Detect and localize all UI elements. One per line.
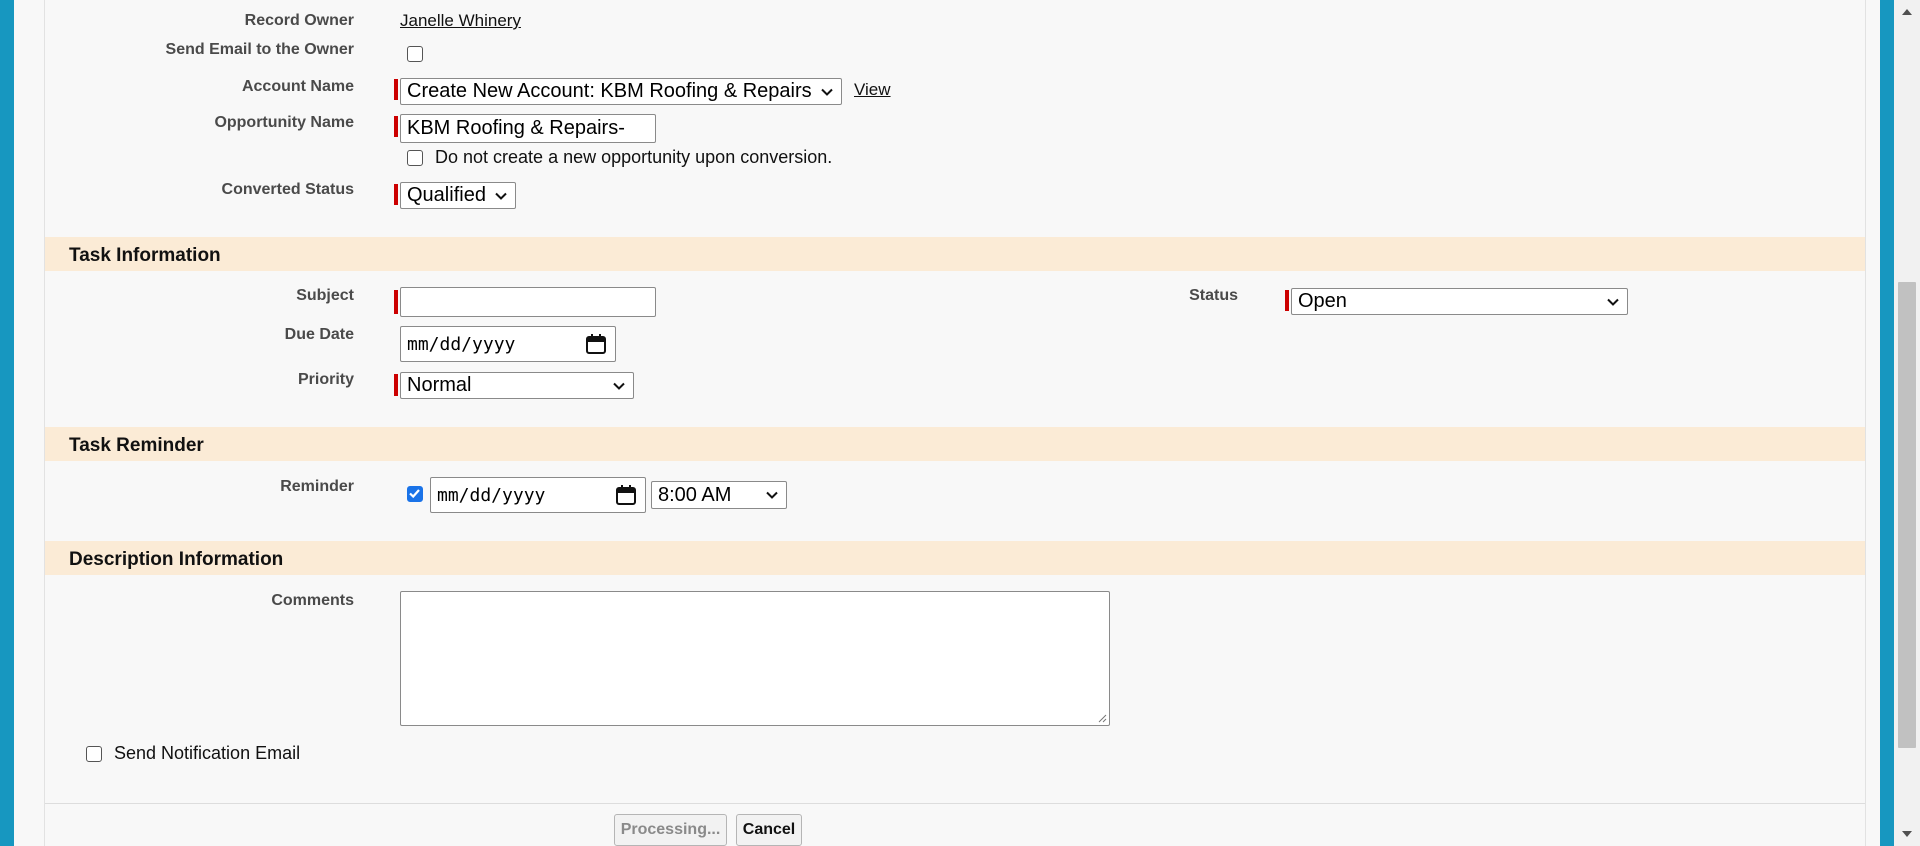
opportunity-name-label: Opportunity Name <box>214 114 354 131</box>
chevron-down-icon <box>495 190 507 202</box>
reminder-date-placeholder: mm/dd/yyyy <box>437 484 546 506</box>
chevron-down-icon <box>766 489 778 501</box>
send-email-owner-checkbox[interactable] <box>407 46 423 62</box>
task-information-header: Task Information <box>45 237 1865 271</box>
status-value: Open <box>1298 290 1347 312</box>
subject-input[interactable] <box>400 287 656 317</box>
due-date-placeholder: mm/dd/yyyy <box>407 333 516 355</box>
scrollbar-thumb[interactable] <box>1898 282 1916 748</box>
reminder-label: Reminder <box>280 478 354 495</box>
required-indicator <box>394 184 398 205</box>
comments-textarea[interactable] <box>400 591 1110 726</box>
section-title: Task Reminder <box>69 435 204 456</box>
priority-value: Normal <box>407 374 472 396</box>
required-indicator <box>394 290 398 314</box>
description-information-header: Description Information <box>45 541 1865 575</box>
chevron-down-icon <box>613 380 625 392</box>
reminder-date-input[interactable]: mm/dd/yyyy <box>430 477 646 513</box>
account-name-label: Account Name <box>241 78 354 95</box>
reminder-time-select[interactable]: 8:00 AM <box>651 481 787 509</box>
send-notification-checkbox[interactable] <box>86 746 102 762</box>
converted-status-label: Converted Status <box>221 181 354 198</box>
opportunity-name-input[interactable]: KBM Roofing & Repairs- <box>400 114 656 143</box>
opportunity-name-value: KBM Roofing & Repairs- <box>407 117 625 139</box>
no-opportunity-label: Do not create a new opportunity upon con… <box>435 147 833 167</box>
resize-grip-icon[interactable] <box>1097 713 1107 723</box>
priority-select[interactable]: Normal <box>400 372 634 399</box>
view-account-link[interactable]: View <box>854 80 891 100</box>
section-title: Task Information <box>69 245 221 266</box>
cancel-button[interactable]: Cancel <box>736 814 802 846</box>
chevron-down-icon <box>1607 296 1619 308</box>
task-reminder-header: Task Reminder <box>45 427 1865 461</box>
due-date-label: Due Date <box>284 326 354 343</box>
status-label: Status <box>1189 287 1238 304</box>
priority-label: Priority <box>297 371 354 388</box>
required-indicator <box>1285 290 1289 311</box>
record-owner-link[interactable]: Janelle Whinery <box>400 11 521 31</box>
converted-status-value: Qualified <box>407 184 486 206</box>
calendar-icon[interactable] <box>585 333 607 355</box>
required-indicator <box>394 374 398 396</box>
checkmark-icon <box>409 489 420 499</box>
account-name-select[interactable]: Create New Account: KBM Roofing & Repair… <box>400 78 842 105</box>
section-title: Description Information <box>69 549 284 570</box>
reminder-checkbox[interactable] <box>407 486 423 502</box>
no-opportunity-checkbox[interactable] <box>407 150 423 166</box>
send-email-owner-label: Send Email to the Owner <box>165 41 354 58</box>
account-name-value: Create New Account: KBM Roofing & Repair… <box>407 80 812 102</box>
chevron-down-icon <box>821 86 833 98</box>
scroll-up-icon[interactable] <box>1899 4 1915 20</box>
content-right-border <box>1865 0 1866 846</box>
processing-button[interactable]: Processing... <box>614 814 727 846</box>
required-indicator <box>394 79 398 100</box>
calendar-icon[interactable] <box>615 484 637 506</box>
divider <box>45 803 1865 804</box>
reminder-time-value: 8:00 AM <box>658 483 732 506</box>
due-date-input[interactable]: mm/dd/yyyy <box>400 326 616 362</box>
status-select[interactable]: Open <box>1291 288 1628 315</box>
form-page: Record Owner Janelle Whinery Send Email … <box>14 0 1880 846</box>
converted-status-select[interactable]: Qualified <box>400 182 516 209</box>
scroll-down-icon[interactable] <box>1899 826 1915 842</box>
send-notification-label: Send Notification Email <box>114 743 301 763</box>
subject-label: Subject <box>296 287 354 304</box>
required-indicator <box>394 116 398 137</box>
comments-label: Comments <box>271 592 354 609</box>
record-owner-label: Record Owner <box>244 12 354 29</box>
